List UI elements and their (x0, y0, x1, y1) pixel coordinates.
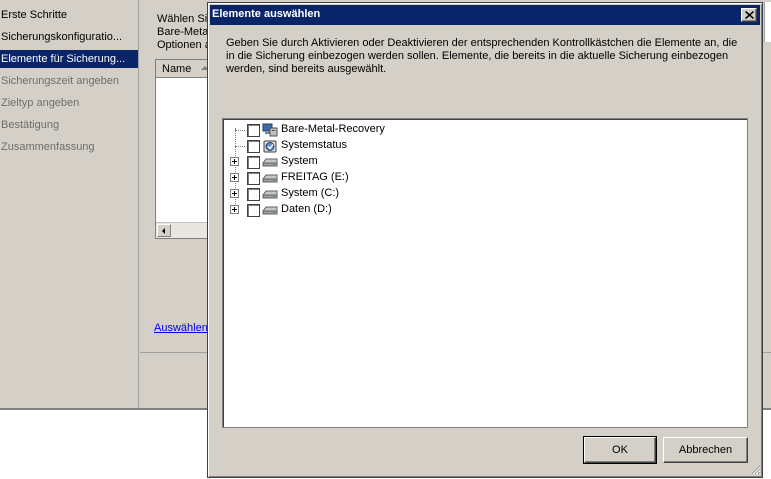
tree-connector (235, 146, 245, 147)
select-items-link[interactable]: Auswählen (154, 322, 208, 334)
tree-item-label: Systemstatus (281, 139, 348, 151)
tree-item-label: Daten (D:) (281, 203, 332, 215)
nav-step-items-for-backup[interactable]: Elemente für Sicherung... (0, 50, 138, 68)
wizard-intro-line: Bare-Meta (157, 26, 209, 38)
wizard-step-nav: Erste Schritte Sicherungskonfiguratio...… (0, 0, 139, 408)
expand-icon[interactable] (230, 173, 239, 182)
close-button[interactable] (741, 8, 757, 22)
column-header-label: Name (162, 63, 192, 75)
expand-icon[interactable] (230, 205, 239, 214)
tree-item-freitag-e[interactable]: FREITAG (E:) (223, 170, 743, 186)
drive-icon (262, 190, 278, 199)
drive-icon (262, 158, 278, 167)
tree-item-system[interactable]: System (223, 154, 743, 170)
dialog-title: Elemente auswählen (212, 8, 321, 20)
tree-item-system-state[interactable]: Systemstatus (223, 138, 743, 154)
items-tree[interactable]: Bare-Metal-Recovery Systemstatus System (222, 118, 748, 428)
tree-item-bare-metal-recovery[interactable]: Bare-Metal-Recovery (223, 122, 743, 138)
system-checkbox[interactable] (247, 156, 260, 169)
tree-item-label: FREITAG (E:) (281, 171, 349, 183)
tree-item-daten-d[interactable]: Daten (D:) (223, 202, 743, 218)
ok-button[interactable]: OK (583, 436, 657, 464)
expand-icon[interactable] (230, 157, 239, 166)
tree-item-label: System (281, 155, 318, 167)
nav-step-confirmation: Bestätigung (1, 119, 60, 131)
nav-step-summary: Zusammenfassung (1, 141, 95, 153)
nav-step-first-steps[interactable]: Erste Schritte (0, 6, 138, 24)
system-state-icon (263, 140, 277, 153)
tree-connector (235, 130, 245, 131)
scroll-left-arrow-icon[interactable] (157, 224, 171, 237)
dialog-description: Geben Sie durch Aktivieren oder Deaktivi… (226, 37, 738, 75)
expand-icon[interactable] (230, 189, 239, 198)
close-icon (745, 11, 754, 19)
freitag-e-checkbox[interactable] (247, 172, 260, 185)
drive-icon (262, 206, 278, 215)
bare-metal-icon (262, 123, 278, 137)
bare-metal-recovery-checkbox[interactable] (247, 124, 260, 137)
select-items-dialog: Elemente auswählen Geben Sie durch Aktiv… (207, 2, 763, 478)
wizard-intro-line: Optionen a (157, 39, 211, 51)
background-window-edge (764, 2, 771, 42)
system-state-checkbox[interactable] (247, 140, 260, 153)
resize-grip-icon[interactable] (749, 463, 761, 475)
dialog-titlebar[interactable]: Elemente auswählen (210, 5, 760, 25)
system-c-checkbox[interactable] (247, 188, 260, 201)
wizard-intro-line: Wählen Sie (157, 13, 214, 25)
nav-step-target-type: Zieltyp angeben (1, 97, 80, 109)
daten-d-checkbox[interactable] (247, 204, 260, 217)
drive-icon (262, 174, 278, 183)
nav-step-backup-time: Sicherungszeit angeben (1, 75, 120, 87)
cancel-button[interactable]: Abbrechen (663, 437, 748, 463)
nav-step-backup-config[interactable]: Sicherungskonfiguratio... (0, 28, 138, 46)
tree-item-system-c[interactable]: System (C:) (223, 186, 743, 202)
tree-item-label: System (C:) (281, 187, 340, 199)
wizard-items-list[interactable]: Name (155, 59, 216, 239)
tree-item-label: Bare-Metal-Recovery (281, 123, 385, 135)
